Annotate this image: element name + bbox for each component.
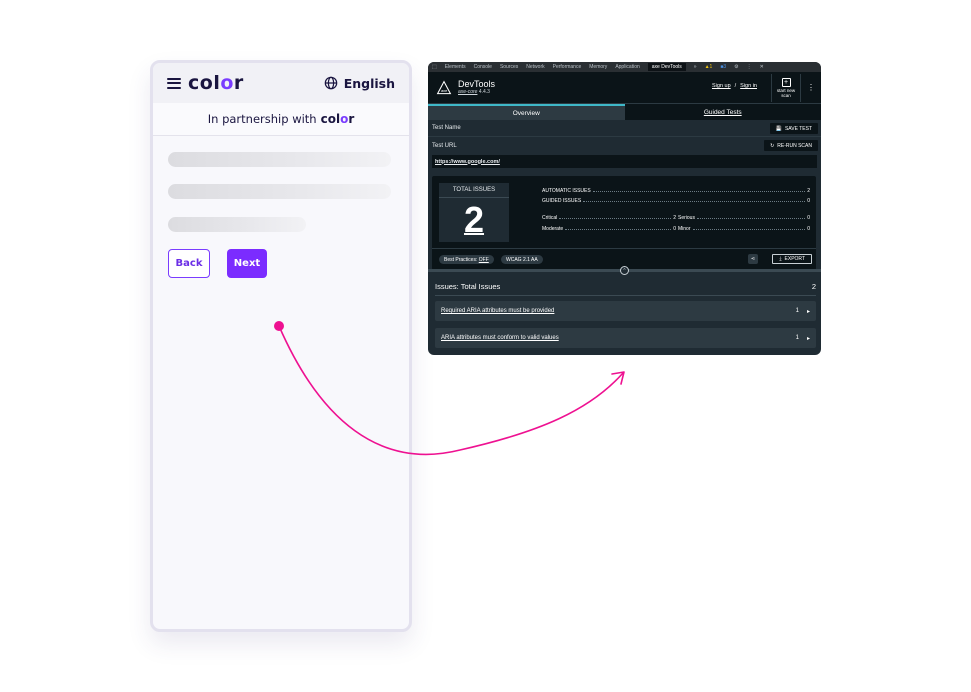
axe-tabs: Overview Guided Tests xyxy=(428,104,821,120)
tab-overview[interactable]: Overview xyxy=(428,104,625,120)
auth-links: Sign up / Sign in xyxy=(711,83,757,89)
axe-devtools-panel: ⬚ Elements Console Sources Network Perfo… xyxy=(428,62,821,355)
inspect-icon[interactable]: ⬚ xyxy=(432,64,437,70)
issues-header: Issues: Total Issues 2 xyxy=(435,282,816,296)
rerun-scan-button[interactable]: ↻ RE-RUN SCAN xyxy=(764,140,818,151)
expand-arrow-icon[interactable]: ▸ xyxy=(807,308,810,315)
devtools-tab[interactable]: Application xyxy=(615,64,639,70)
plus-icon: + xyxy=(781,77,791,87)
sign-up-link[interactable]: Sign up xyxy=(712,83,731,89)
moderate-stat: Moderate 0 xyxy=(542,226,676,232)
share-icon[interactable]: ⋖ xyxy=(748,254,758,264)
devtools-tab[interactable]: Network xyxy=(526,64,544,70)
arrow-head-icon xyxy=(611,371,625,385)
axe-core-link[interactable]: axe-core xyxy=(458,89,477,95)
kebab-menu-icon[interactable]: ⋮ xyxy=(807,83,815,92)
issue-row[interactable]: Required ARIA attributes must be provide… xyxy=(435,301,816,321)
partnership-banner: In partnership with color xyxy=(153,103,409,136)
devtools-tab-axe[interactable]: axe DevTools xyxy=(647,63,686,71)
phone-mockup: color English In partnership with color … xyxy=(150,60,412,632)
devtools-menu-icon[interactable]: ⋮ xyxy=(747,64,752,70)
partner-logo: color xyxy=(320,112,355,126)
export-button[interactable]: ⤓ EXPORT xyxy=(772,254,812,264)
serious-stat: Serious 0 xyxy=(678,215,810,221)
total-issues-box: TOTAL ISSUES 2 xyxy=(439,183,509,242)
next-button[interactable]: Next xyxy=(227,249,267,278)
issue-link[interactable]: ARIA attributes must conform to valid va… xyxy=(441,335,796,341)
wcag-level-badge[interactable]: WCAG 2.1 AA xyxy=(501,255,543,264)
tab-guided-tests[interactable]: Guided Tests xyxy=(624,104,821,120)
axe-header: axe DevTools axe-core 4.4.3 Sign up / Sign… xyxy=(428,72,821,104)
back-button[interactable]: Back xyxy=(168,249,210,278)
loading-skeleton-line xyxy=(168,184,391,199)
test-name-row: Test Name 💾 SAVE TEST xyxy=(428,120,821,137)
partnership-text: In partnership with xyxy=(207,112,317,126)
best-practices-toggle[interactable]: Best Practices: OFF xyxy=(439,255,494,264)
warning-count[interactable]: ▲1 xyxy=(705,64,713,70)
refresh-icon: ↻ xyxy=(770,142,775,149)
issue-count: 1 xyxy=(795,308,799,314)
devtools-tab[interactable]: Console xyxy=(474,64,492,70)
minor-stat: Minor 0 xyxy=(678,226,810,232)
devtools-tab[interactable]: Performance xyxy=(553,64,582,70)
issue-count: 1 xyxy=(795,335,799,341)
test-url-link[interactable]: https://www.google.com/ xyxy=(432,155,817,168)
download-icon: ⤓ xyxy=(779,256,782,262)
close-icon[interactable]: ✕ xyxy=(760,64,764,70)
illustration-stage: color English In partnership with color … xyxy=(0,0,971,692)
color-logo[interactable]: color xyxy=(188,72,244,94)
save-test-button[interactable]: 💾 SAVE TEST xyxy=(769,123,818,134)
devtools-title: DevTools axe-core 4.4.3 xyxy=(458,78,496,95)
language-selector[interactable]: English xyxy=(324,63,395,103)
start-new-scan-button[interactable]: + start new scan xyxy=(771,74,801,102)
expand-arrow-icon[interactable]: ▸ xyxy=(807,335,810,342)
sign-in-link[interactable]: Sign in xyxy=(740,83,757,89)
loading-skeleton-line xyxy=(168,152,391,167)
url-row: https://www.google.com/ xyxy=(428,154,821,169)
issue-link[interactable]: Required ARIA attributes must be provide… xyxy=(441,308,796,314)
devtools-tab[interactable]: Sources xyxy=(500,64,518,70)
devtools-tab[interactable]: Memory xyxy=(589,64,607,70)
app-header: color English xyxy=(153,63,409,103)
loading-skeleton-line xyxy=(168,217,306,232)
menu-icon[interactable] xyxy=(167,77,181,89)
issues-title: Issues: Total Issues xyxy=(435,282,501,291)
collapse-icon[interactable]: ⌃ xyxy=(620,266,629,275)
total-issues-count[interactable]: 2 xyxy=(439,198,509,242)
test-url-label: Test URL xyxy=(432,142,457,149)
save-icon: 💾 xyxy=(775,125,782,132)
test-url-row: Test URL ↻ RE-RUN SCAN xyxy=(428,137,821,154)
axe-logo-icon: axe xyxy=(436,79,452,94)
test-name-label: Test Name xyxy=(432,125,461,131)
more-tabs-icon[interactable]: » xyxy=(694,64,697,70)
info-count[interactable]: ■3 xyxy=(720,64,726,70)
summary-footer: Best Practices: OFF WCAG 2.1 AA ⋖ ⤓ EXPOR… xyxy=(432,248,816,268)
automatic-issues-stat: AUTOMATIC ISSUES 2 xyxy=(542,188,810,194)
svg-text:axe: axe xyxy=(441,88,448,93)
issues-summary: TOTAL ISSUES 2 AUTOMATIC ISSUES 2 GUIDED … xyxy=(432,176,816,270)
critical-stat: Critical 2 xyxy=(542,215,676,221)
issue-row[interactable]: ARIA attributes must conform to valid va… xyxy=(435,328,816,348)
devtools-tab[interactable]: Elements xyxy=(445,64,466,70)
language-label: English xyxy=(343,75,395,91)
issues-count: 2 xyxy=(811,282,816,291)
globe-icon xyxy=(324,76,338,90)
browser-devtools-tabs: ⬚ Elements Console Sources Network Perfo… xyxy=(428,62,821,72)
guided-issues-stat: GUIDED ISSUES 0 xyxy=(542,198,810,204)
settings-gear-icon[interactable]: ⚙ xyxy=(734,64,738,70)
total-issues-label: TOTAL ISSUES xyxy=(439,183,509,198)
